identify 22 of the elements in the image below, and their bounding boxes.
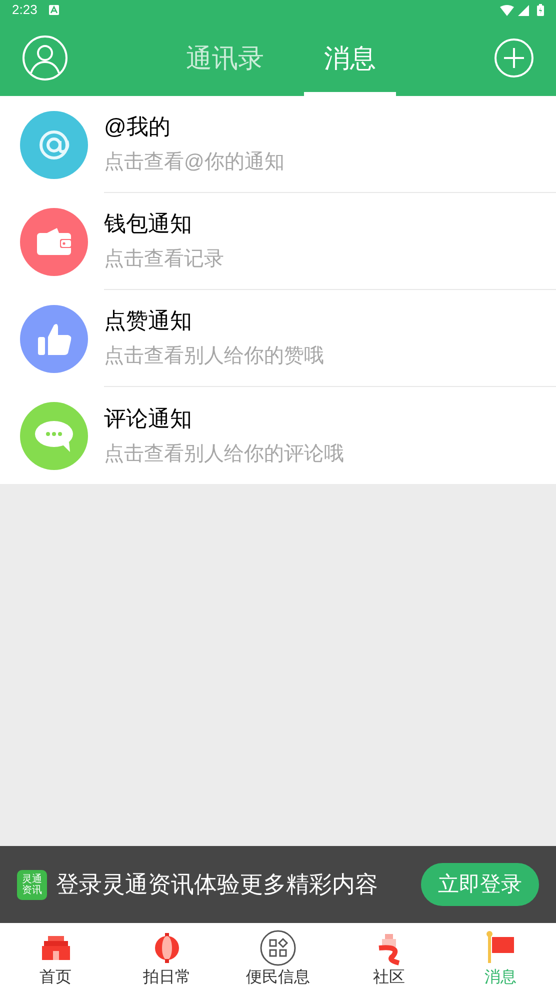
- nav-tab[interactable]: 便民信息: [222, 923, 334, 993]
- wifi-icon: [500, 4, 514, 16]
- notification-title: 点赞通知: [104, 308, 193, 334]
- notification-subtitle: 点击查看别人给你的评论哦: [104, 442, 345, 466]
- notification-title: 钱包通知: [104, 211, 193, 237]
- notification-title: @我的: [104, 114, 172, 140]
- app-logo: 灵通资讯: [17, 870, 47, 900]
- notification-title: 评论通知: [104, 406, 193, 432]
- nav-tab[interactable]: 社区: [334, 923, 445, 993]
- nav-tab[interactable]: 拍日常: [111, 923, 222, 993]
- grid-icon: [260, 930, 296, 966]
- login-prompt: 登录灵通资讯体验更多精彩内容: [56, 870, 378, 900]
- notification-subtitle: 点击查看记录: [104, 247, 225, 271]
- signal-icon: [518, 4, 529, 16]
- profile-icon[interactable]: [22, 35, 68, 81]
- nav-tab[interactable]: 首页: [0, 923, 112, 993]
- battery-icon: [537, 4, 544, 16]
- add-icon[interactable]: [494, 38, 534, 78]
- notification-subtitle: 点击查看@你的通知: [104, 150, 286, 174]
- notification-icon: [49, 5, 60, 15]
- status-time: 2:23: [12, 1, 38, 20]
- notification-subtitle: 点击查看别人给你的赞哦: [104, 344, 325, 368]
